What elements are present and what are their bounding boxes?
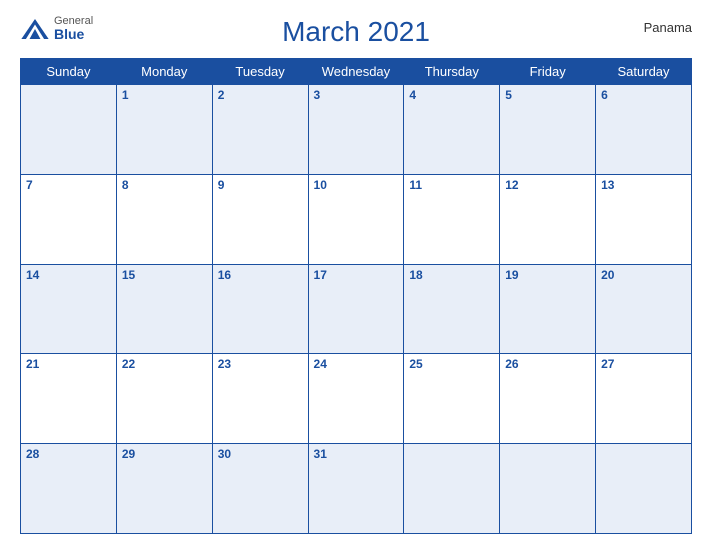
calendar-cell: 11: [404, 174, 500, 264]
calendar-cell: 24: [308, 354, 404, 444]
day-number: 19: [505, 268, 590, 282]
col-wednesday: Wednesday: [308, 59, 404, 85]
calendar-cell: 13: [596, 174, 692, 264]
col-tuesday: Tuesday: [212, 59, 308, 85]
day-number: 31: [314, 447, 399, 461]
day-number: 13: [601, 178, 686, 192]
calendar-cell: 5: [500, 85, 596, 175]
col-friday: Friday: [500, 59, 596, 85]
calendar-row: 14 15 16 17 18 19 20: [21, 264, 692, 354]
calendar-header: General Blue March 2021 Panama: [20, 16, 692, 48]
header-row: Sunday Monday Tuesday Wednesday Thursday…: [21, 59, 692, 85]
calendar-cell: 1: [116, 85, 212, 175]
day-number: 30: [218, 447, 303, 461]
day-number: 21: [26, 357, 111, 371]
calendar-table: Sunday Monday Tuesday Wednesday Thursday…: [20, 58, 692, 534]
day-number: 5: [505, 88, 590, 102]
day-number: 25: [409, 357, 494, 371]
month-year-title: March 2021: [282, 16, 430, 48]
day-number: 11: [409, 178, 494, 192]
calendar-cell: [21, 85, 117, 175]
calendar-cell: 22: [116, 354, 212, 444]
day-number: 10: [314, 178, 399, 192]
calendar-row: 28 29 30 31: [21, 444, 692, 534]
day-number: 15: [122, 268, 207, 282]
calendar-row: 123456: [21, 85, 692, 175]
day-number: 29: [122, 447, 207, 461]
calendar-cell: 19: [500, 264, 596, 354]
day-number: 14: [26, 268, 111, 282]
calendar-cell: [500, 444, 596, 534]
day-number: 4: [409, 88, 494, 102]
logo: General Blue: [20, 16, 93, 41]
calendar-cell: 18: [404, 264, 500, 354]
calendar-cell: 27: [596, 354, 692, 444]
day-number: 28: [26, 447, 111, 461]
day-number: 23: [218, 357, 303, 371]
day-number: 24: [314, 357, 399, 371]
col-sunday: Sunday: [21, 59, 117, 85]
calendar-cell: 6: [596, 85, 692, 175]
calendar-page: General Blue March 2021 Panama Sunday Mo…: [0, 0, 712, 550]
day-number: 8: [122, 178, 207, 192]
day-number: 3: [314, 88, 399, 102]
col-saturday: Saturday: [596, 59, 692, 85]
calendar-row: 789 10 11 12 13: [21, 174, 692, 264]
calendar-row: 21 22 23 24 25 26 27: [21, 354, 692, 444]
day-number: 2: [218, 88, 303, 102]
calendar-cell: 17: [308, 264, 404, 354]
calendar-cell: [596, 444, 692, 534]
day-number: 17: [314, 268, 399, 282]
day-number: 16: [218, 268, 303, 282]
calendar-cell: 20: [596, 264, 692, 354]
calendar-cell: 28: [21, 444, 117, 534]
logo-blue-text: Blue: [54, 27, 93, 41]
country-label: Panama: [644, 20, 692, 35]
calendar-cell: 4: [404, 85, 500, 175]
day-number: 22: [122, 357, 207, 371]
day-number: 1: [122, 88, 207, 102]
calendar-cell: 25: [404, 354, 500, 444]
calendar-cell: 7: [21, 174, 117, 264]
calendar-cell: 29: [116, 444, 212, 534]
calendar-cell: 14: [21, 264, 117, 354]
calendar-cell: 23: [212, 354, 308, 444]
logo-icon: [20, 19, 50, 39]
calendar-cell: 12: [500, 174, 596, 264]
month-title-text: March 2021: [282, 16, 430, 47]
day-number: 20: [601, 268, 686, 282]
day-number: 26: [505, 357, 590, 371]
day-number: 27: [601, 357, 686, 371]
calendar-cell: 21: [21, 354, 117, 444]
day-number: 6: [601, 88, 686, 102]
calendar-cell: 30: [212, 444, 308, 534]
calendar-cell: 2: [212, 85, 308, 175]
calendar-cell: 10: [308, 174, 404, 264]
col-monday: Monday: [116, 59, 212, 85]
day-number: 7: [26, 178, 111, 192]
calendar-cell: 3: [308, 85, 404, 175]
day-number: 9: [218, 178, 303, 192]
day-number: 18: [409, 268, 494, 282]
calendar-cell: [404, 444, 500, 534]
calendar-cell: 16: [212, 264, 308, 354]
col-thursday: Thursday: [404, 59, 500, 85]
calendar-cell: 15: [116, 264, 212, 354]
calendar-cell: 8: [116, 174, 212, 264]
calendar-cell: 9: [212, 174, 308, 264]
calendar-cell: 26: [500, 354, 596, 444]
day-number: 12: [505, 178, 590, 192]
calendar-cell: 31: [308, 444, 404, 534]
